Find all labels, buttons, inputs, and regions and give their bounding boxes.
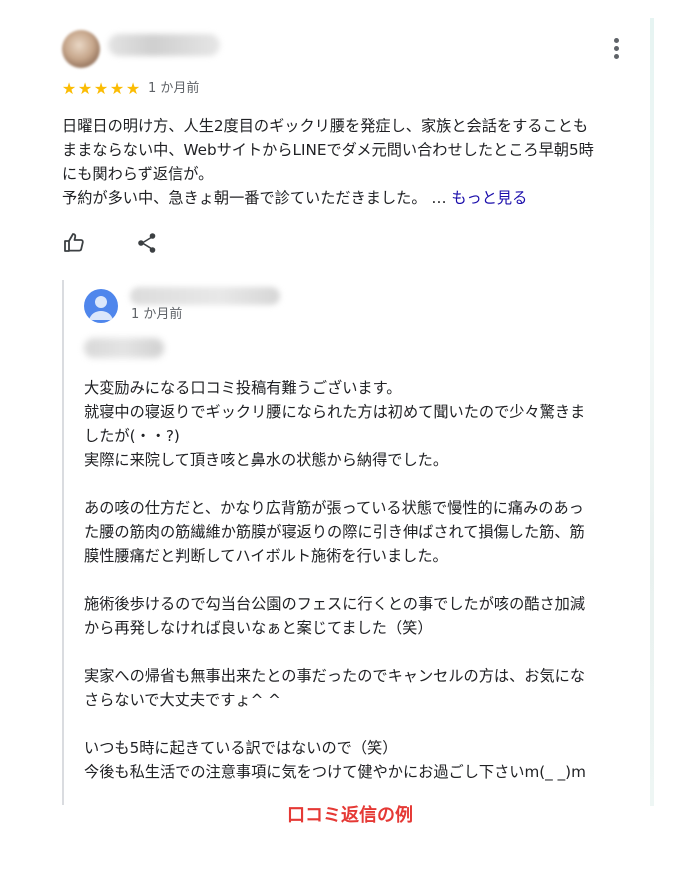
reply-line <box>84 712 640 736</box>
reply-line: 大変励みになる口コミ投稿有難うございます。 <box>84 379 402 397</box>
reply-line: 施術後歩けるので勾当台公園のフェスに行くとの事でしたが咳の酷さ加減 <box>84 595 586 613</box>
reply-line: したが(・・?) <box>84 427 180 445</box>
reply-line <box>84 568 640 592</box>
review-line-text: 予約が多い中、急きょ朝一番で診ていただきました。 … <box>62 189 452 207</box>
review-line: 日曜日の明け方、人生2度目のギックリ腰を発症し、家族と会話をすることも <box>62 117 589 135</box>
review-line: にも関わらず返信が。 <box>62 165 214 183</box>
star-icon: ★ <box>93 79 109 98</box>
reply-line: 今後も私生活での注意事項に気をつけて健やかにお過ごし下さいm(_ _)m <box>84 763 586 781</box>
reply-text: 大変励みになる口コミ投稿有難うございます。 就寝中の寝返りでギックリ腰になられた… <box>84 376 640 784</box>
review-date: 1 か月前 <box>148 81 200 96</box>
caption: 口コミ返信の例 <box>287 805 413 826</box>
owner-name-blurred[interactable] <box>130 287 280 305</box>
reply-line: あの咳の仕方だと、かなり広背筋が張っている状態で慢性的に痛みのあっ <box>84 499 584 517</box>
owner-avatar-icon[interactable] <box>84 289 118 323</box>
review-line: 予約が多い中、急きょ朝一番で診ていただきました。 … もっと見る <box>62 186 642 210</box>
reply-line <box>84 472 640 496</box>
reply-date: 1 か月前 <box>131 307 183 322</box>
reviewer-avatar[interactable] <box>62 30 100 68</box>
reply-line: 実際に来院して頂き咳と鼻水の状態から納得でした。 <box>84 451 449 469</box>
reply-line: さらないで大丈夫ですょ^ ^ <box>84 691 281 709</box>
reply-line: 膜性腰痛だと判断してハイボルト施術を行いました。 <box>84 547 448 565</box>
reviewer-name-blurred[interactable] <box>108 34 220 56</box>
review-card: ★ ★ ★ ★ ★ 1 か月前 日曜日の明け方、人生2度目のギックリ腰を発症し、… <box>0 0 700 875</box>
review-text: 日曜日の明け方、人生2度目のギックリ腰を発症し、家族と会話をすることも ままなら… <box>62 114 642 210</box>
star-icon: ★ <box>109 79 125 98</box>
reply-line: 就寝中の寝返りでギックリ腰になられた方は初めて聞いたので少々驚きま <box>84 403 586 421</box>
star-rating: ★ ★ ★ ★ ★ <box>61 80 141 98</box>
reply-line: いつも5時に起きている訳ではないので（笑） <box>84 739 398 757</box>
reply-line: 実家への帰省も無事出来たとの事だったのでキャンセルの方は、お気にな <box>84 667 586 685</box>
share-icon[interactable] <box>136 232 158 254</box>
reply-line <box>84 640 640 664</box>
reply-thread-line <box>62 280 64 805</box>
star-icon: ★ <box>77 79 93 98</box>
star-icon: ★ <box>125 79 141 98</box>
reply-greeting-blurred <box>84 338 164 358</box>
star-icon: ★ <box>61 79 77 98</box>
page-edge-strip <box>650 18 654 806</box>
review-line: ままならない中、WebサイトからLINEでダメ元問い合わせしたところ早朝5時 <box>62 141 594 159</box>
more-link[interactable]: もっと見る <box>451 189 527 207</box>
reply-line: た腰の筋肉の筋繊維か筋膜が寝返りの際に引き伸ばされて損傷した筋、筋 <box>84 523 585 541</box>
more-options-icon[interactable] <box>608 38 624 62</box>
reply-line: から再発しなければ良いなぁと案じてました（笑） <box>84 619 433 637</box>
thumbs-up-icon[interactable] <box>62 231 86 255</box>
